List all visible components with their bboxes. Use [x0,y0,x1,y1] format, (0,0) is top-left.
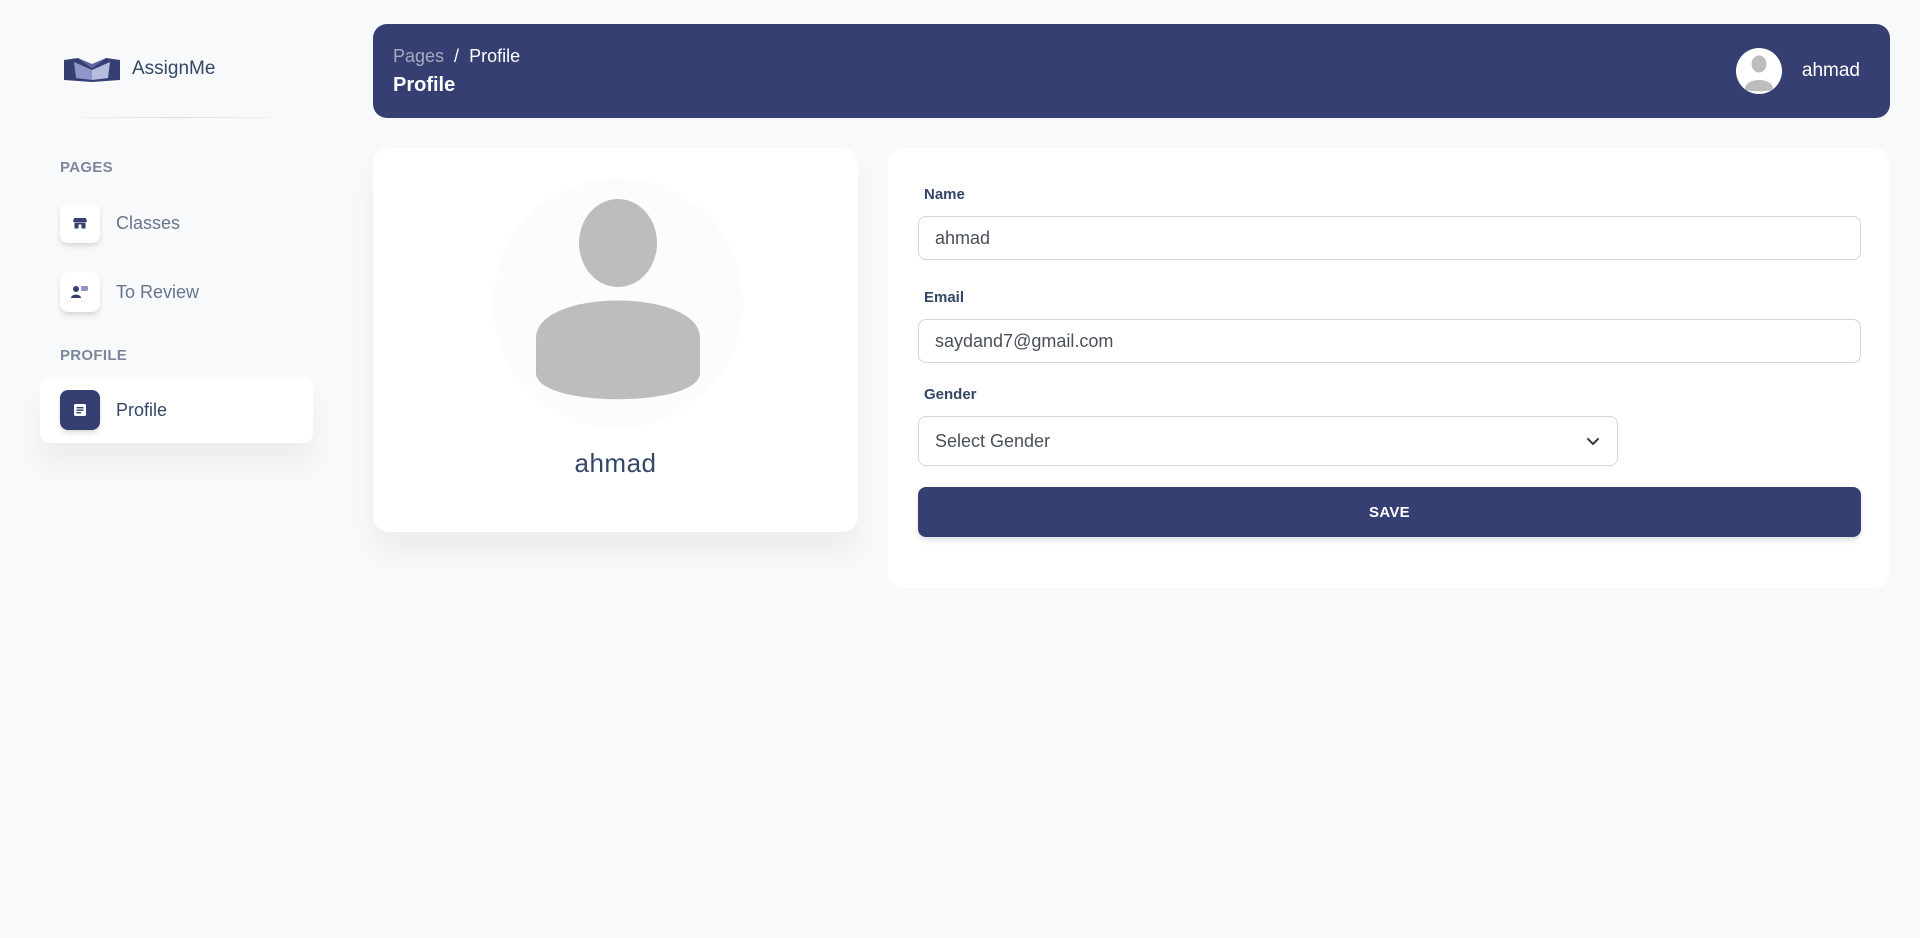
profile-form-card: Name Email Gender Select Gender SAVE [888,148,1890,588]
save-button[interactable]: SAVE [918,487,1861,537]
sidebar: AssignMe PAGES Classes To Review PROFILE [0,0,330,938]
document-icon [60,390,100,430]
sidebar-section-pages: PAGES [60,159,113,176]
sidebar-item-to-review[interactable]: To Review [40,259,313,325]
header-username: ahmad [1801,60,1860,81]
avatar [1735,48,1782,94]
page-title: Profile [393,74,456,96]
gender-select[interactable]: Select Gender [918,416,1618,466]
sidebar-divider [56,117,296,118]
store-icon [60,203,100,243]
sidebar-item-profile[interactable]: Profile [40,377,313,443]
name-input[interactable] [918,216,1861,260]
brand-name: AssignMe [132,58,216,79]
top-navbar: Pages / Profile Profile ahmad [373,24,1890,118]
brand[interactable]: AssignMe [64,52,215,86]
sidebar-item-classes[interactable]: Classes [40,190,313,256]
profile-card: ahmad [373,148,858,532]
breadcrumb: Pages / Profile [393,46,520,67]
profile-name: ahmad [574,448,657,478]
user-menu[interactable]: ahmad [1735,48,1860,94]
sidebar-item-label: To Review [116,281,200,302]
user-review-icon [60,272,100,312]
sidebar-section-profile: PROFILE [60,347,128,364]
sidebar-item-label: Classes [116,212,181,233]
gender-select-value: Select Gender [935,430,1051,451]
chevron-down-icon [1587,438,1599,445]
user-avatar-icon [536,199,700,400]
breadcrumb-current: Profile [469,46,521,66]
email-label: Email [924,289,965,306]
email-input[interactable] [918,319,1861,363]
breadcrumb-separator: / [454,46,460,66]
breadcrumb-root-link[interactable]: Pages [393,46,444,67]
user-avatar-icon [1744,55,1773,92]
sidebar-item-label: Profile [116,399,168,420]
open-book-logo-icon [64,58,120,82]
profile-avatar[interactable] [493,178,743,428]
name-label: Name [924,186,965,203]
gender-label: Gender [924,386,977,403]
